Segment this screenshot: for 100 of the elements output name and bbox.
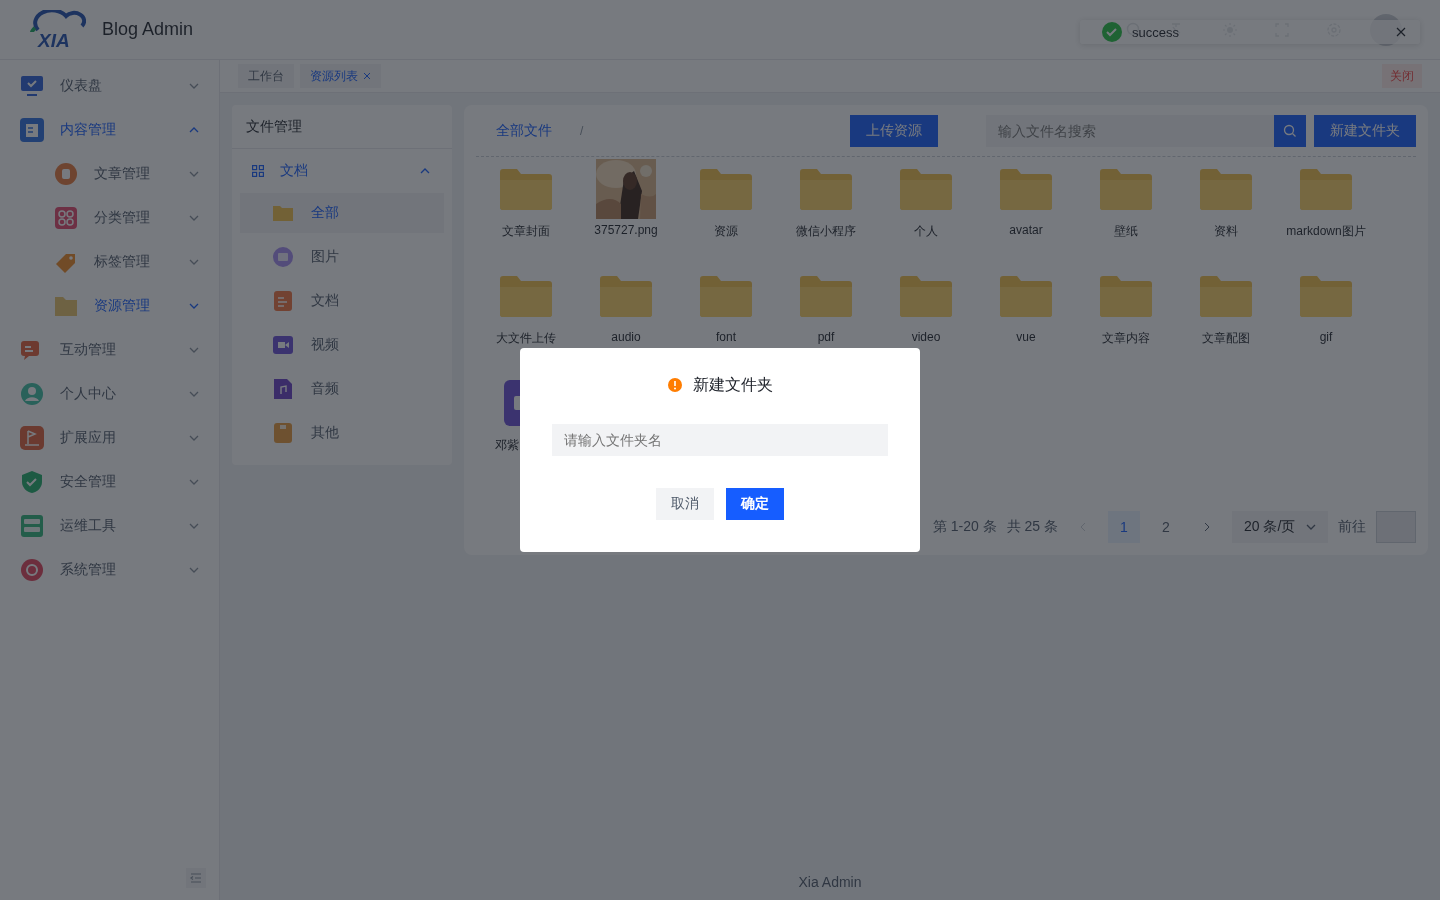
chevron-down-icon (189, 567, 199, 573)
file-item[interactable]: 资料 (1176, 159, 1276, 240)
search-icon (1283, 123, 1297, 138)
logo-text: XIA (38, 30, 70, 50)
folder-icon (1300, 275, 1352, 317)
category-item[interactable]: 音频 (240, 369, 444, 409)
file-item[interactable]: 壁纸 (1076, 159, 1176, 240)
page-size-select[interactable]: 20 条/页 (1232, 511, 1328, 543)
file-item[interactable]: video (876, 266, 976, 347)
category-item[interactable]: 全部 (240, 193, 444, 233)
file-item[interactable]: 文章封面 (476, 159, 576, 240)
folder-icon (1000, 275, 1052, 317)
menu-item[interactable]: 个人中心 (0, 372, 219, 416)
document-icon (273, 291, 293, 311)
menu-item[interactable]: 文章管理 (0, 152, 219, 196)
menu-item[interactable]: 标签管理 (0, 240, 219, 284)
chevron-down-icon (189, 83, 199, 89)
shield-icon (20, 470, 44, 494)
folder-name-field[interactable]: 请输入文件夹名 (552, 424, 888, 456)
category-item[interactable]: 图片 (240, 237, 444, 277)
category-item[interactable]: 文档 (240, 281, 444, 321)
chevron-down-icon (189, 479, 199, 485)
menu-item[interactable]: 资源管理 (0, 284, 219, 328)
file-item[interactable]: audio (576, 266, 676, 347)
file-item[interactable]: 大文件上传 (476, 266, 576, 347)
menu-item[interactable]: 内容管理 (0, 108, 219, 152)
panel-title: 文件管理 (232, 105, 452, 149)
chevron-up-icon (420, 168, 430, 174)
goto-label: 前往 (1338, 518, 1366, 536)
folder-icon (1100, 275, 1152, 317)
menu-item[interactable]: 分类管理 (0, 196, 219, 240)
flag-icon (20, 426, 44, 450)
toast-message: success (1132, 24, 1179, 40)
audio-file-icon (273, 379, 293, 399)
file-item[interactable]: pdf (776, 266, 876, 347)
menu-item[interactable]: 系统管理 (0, 548, 219, 592)
file-item[interactable]: 文章内容 (1076, 266, 1176, 347)
file-item[interactable]: 微信小程序 (776, 159, 876, 240)
total-count: 共 25 条 (1006, 518, 1058, 536)
folder-icon (1200, 275, 1252, 317)
chevron-up-icon (189, 127, 199, 133)
chevron-down-icon (1306, 524, 1316, 530)
dialog-title: 新建文件夹 (693, 374, 773, 395)
grid-icon (252, 165, 264, 177)
app-title: Blog Admin (102, 19, 194, 40)
breadcrumb-separator: / (580, 123, 584, 138)
folder-icon (54, 294, 78, 318)
folder-icon (700, 275, 752, 317)
close-icon[interactable] (363, 72, 371, 80)
chevron-down-icon (189, 171, 199, 177)
search-button[interactable] (1274, 114, 1306, 147)
file-item[interactable]: font (676, 266, 776, 347)
menu-item[interactable]: 运维工具 (0, 504, 219, 548)
menu-item[interactable]: 扩展应用 (0, 416, 219, 460)
menu-item[interactable]: 安全管理 (0, 460, 219, 504)
monitor-icon (20, 74, 44, 98)
server-icon (20, 514, 44, 538)
cancel-button[interactable]: 取消 (656, 488, 714, 520)
folder-icon (800, 168, 852, 210)
chevron-down-icon (189, 391, 199, 397)
close-icon[interactable] (1396, 27, 1406, 37)
category-group[interactable]: 文档 (232, 149, 452, 193)
file-item[interactable]: 375727.png (576, 159, 676, 240)
file-item[interactable]: 个人 (876, 159, 976, 240)
folder-icon (500, 168, 552, 210)
file-item[interactable]: 文章配图 (1176, 266, 1276, 347)
document-icon (20, 118, 44, 142)
folder-icon (700, 168, 752, 210)
folder-icon (1100, 168, 1152, 210)
file-item[interactable]: markdown图片 (1276, 159, 1376, 240)
page-number[interactable]: 2 (1150, 511, 1182, 543)
new-folder-button[interactable]: 新建文件夹 (1314, 114, 1416, 147)
file-item[interactable]: vue (976, 266, 1076, 347)
folder-icon (1000, 168, 1052, 210)
tab[interactable]: 工作台 (238, 64, 294, 88)
chevron-down-icon (189, 523, 199, 529)
folder-icon (800, 275, 852, 317)
gear-icon (20, 558, 44, 582)
file-item[interactable]: avatar (976, 159, 1076, 240)
menu-item[interactable]: 互动管理 (0, 328, 219, 372)
file-icon (273, 423, 293, 443)
menu-item[interactable]: 仪表盘 (0, 64, 219, 108)
chevron-down-icon (189, 215, 199, 221)
folder-icon (900, 275, 952, 317)
breadcrumb-link[interactable]: 全部文件 (496, 121, 552, 140)
category-item[interactable]: 其他 (240, 413, 444, 453)
video-icon (273, 335, 293, 355)
file-item[interactable]: gif (1276, 266, 1376, 347)
upload-button[interactable]: 上传资源 (850, 114, 938, 147)
tab[interactable]: 资源列表 (300, 64, 381, 88)
file-item[interactable]: 资源 (676, 159, 776, 240)
image-icon (273, 247, 293, 267)
close-button[interactable]: 关闭 (1382, 64, 1422, 88)
page-number[interactable]: 1 (1108, 511, 1140, 543)
category-item[interactable]: 视频 (240, 325, 444, 365)
confirm-button[interactable]: 确定 (726, 488, 784, 520)
chevron-down-icon (189, 347, 199, 353)
folder-icon (1200, 168, 1252, 210)
folder-icon (500, 275, 552, 317)
folder-icon (273, 205, 293, 221)
